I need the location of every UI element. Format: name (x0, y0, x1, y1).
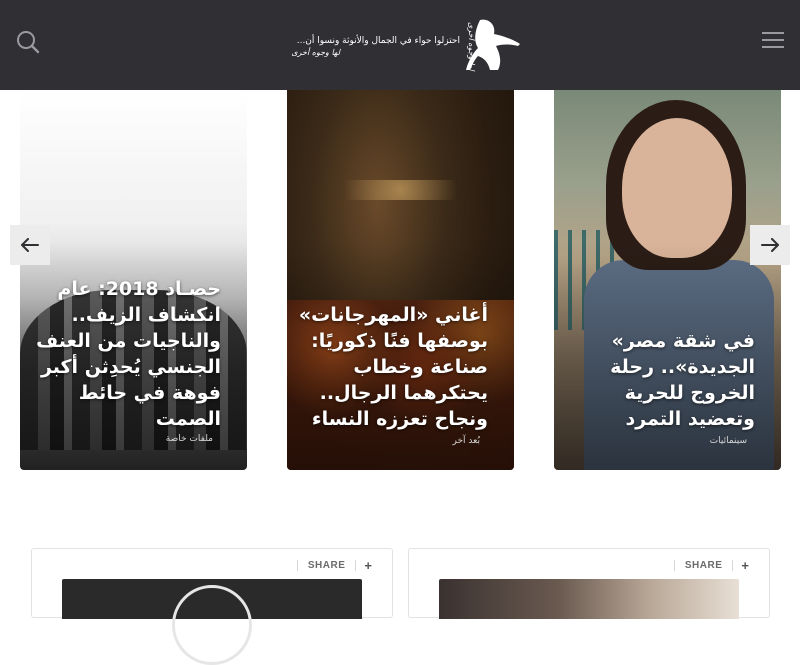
card-title[interactable]: حصـاد 2018: عام انكشاف الزيف.. والناجيات… (31, 276, 221, 432)
logo-subtitle: لها وجوه أخرى (291, 48, 340, 57)
share-button[interactable]: SHARE (673, 559, 734, 571)
slider-prev-button[interactable] (10, 225, 50, 265)
share-bar: SHARE + (673, 555, 749, 575)
hamburger-menu-icon[interactable] (762, 32, 784, 52)
arrow-right-icon (761, 238, 779, 252)
share-bar: SHARE + (296, 555, 372, 575)
search-icon[interactable] (14, 28, 42, 56)
share-button[interactable]: SHARE (296, 559, 357, 571)
plus-icon[interactable]: + (356, 558, 372, 573)
post-card: SHARE + (408, 548, 770, 619)
post-card: SHARE + (31, 548, 393, 665)
post-thumbnail[interactable] (439, 579, 739, 619)
post-thumbnail[interactable] (62, 579, 362, 665)
logo-vertical-text: لها وجوه أخرى (467, 22, 476, 71)
card-title[interactable]: أغاني «المهرجانات» بوصفها فنًا ذكوريًا: … (298, 302, 488, 432)
card-category[interactable]: ملفات خاصة (166, 434, 213, 444)
slider-card[interactable]: حصـاد 2018: عام انكشاف الزيف.. والناجيات… (20, 90, 247, 470)
card-title[interactable]: في شقة مصر» الجديدة».. رحلة الخروج للحري… (565, 328, 755, 432)
logo-tagline: احتزلوا حواء في الجمال والأنوثة ونسوا أن… (296, 36, 460, 46)
slider-card[interactable]: في شقة مصر» الجديدة».. رحلة الخروج للحري… (554, 90, 781, 470)
site-logo[interactable]: احتزلوا حواء في الجمال والأنوثة ونسوا أن… (282, 14, 522, 74)
plus-icon[interactable]: + (733, 558, 749, 573)
arrow-left-icon (21, 238, 39, 252)
slider-card[interactable]: أغاني «المهرجانات» بوصفها فنًا ذكوريًا: … (287, 90, 514, 470)
card-category[interactable]: سينمائيات (710, 436, 747, 446)
site-header: احتزلوا حواء في الجمال والأنوثة ونسوا أن… (0, 0, 800, 90)
card-category[interactable]: بُعد آخر (453, 436, 480, 446)
slider-next-button[interactable] (750, 225, 790, 265)
